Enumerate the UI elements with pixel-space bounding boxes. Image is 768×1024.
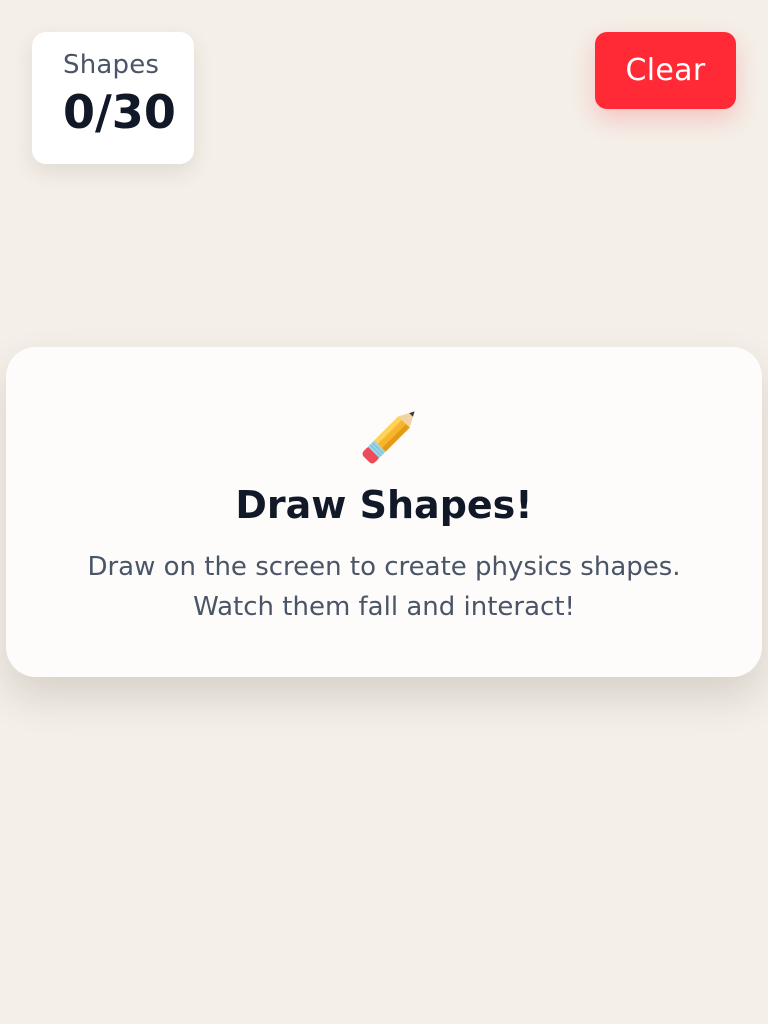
shape-counter-value: 0/30 xyxy=(63,85,176,139)
intro-description-line-2: Watch them fall and interact! xyxy=(193,592,575,622)
intro-title: Draw Shapes! xyxy=(235,483,533,527)
shape-counter: Shapes 0/30 xyxy=(32,32,194,164)
clear-button[interactable]: Clear xyxy=(595,32,736,109)
pencil-icon xyxy=(362,411,415,464)
intro-description: Draw on the screen to create physics sha… xyxy=(66,547,702,627)
intro-description-line-1: Draw on the screen to create physics sha… xyxy=(87,552,681,582)
shape-counter-label: Shapes xyxy=(63,50,160,80)
intro-card: Draw Shapes! Draw on the screen to creat… xyxy=(6,347,762,677)
